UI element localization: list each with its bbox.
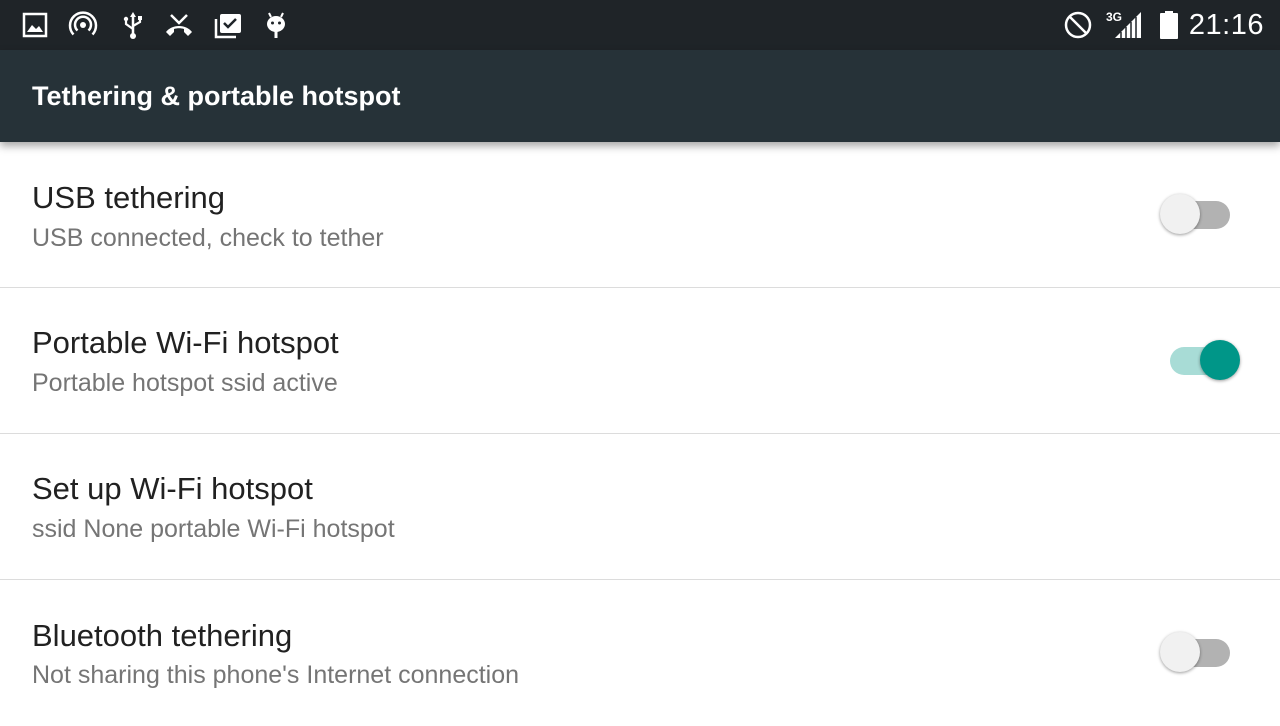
setting-portable-wifi-hotspot[interactable]: Portable Wi-Fi hotspot Portable hotspot … [0, 288, 1280, 434]
setting-summary: ssid None portable Wi-Fi hotspot [32, 515, 395, 543]
setting-title: Bluetooth tethering [32, 618, 293, 653]
usb-icon [118, 10, 148, 40]
setting-summary: Portable hotspot ssid active [32, 369, 338, 397]
do-not-disturb-icon [1063, 10, 1093, 40]
setting-summary: USB connected, check to tether [32, 224, 384, 252]
switch-thumb [1200, 340, 1240, 380]
setting-title: Set up Wi-Fi hotspot [32, 471, 313, 506]
clipboard-check-icon [213, 10, 243, 40]
switch-thumb [1160, 632, 1200, 672]
android-icon [261, 10, 291, 40]
usb-tethering-switch[interactable] [1160, 192, 1244, 236]
battery-icon [1154, 10, 1184, 40]
setting-title: Portable Wi-Fi hotspot [32, 325, 339, 360]
setting-set-up-wifi-hotspot[interactable]: Set up Wi-Fi hotspot ssid None portable … [0, 434, 1280, 580]
setting-title: USB tethering [32, 180, 225, 215]
bluetooth-tethering-switch[interactable] [1160, 630, 1244, 674]
switch-thumb [1160, 194, 1200, 234]
clock: 21:16 [1188, 9, 1264, 41]
setting-bluetooth-tethering[interactable]: Bluetooth tethering Not sharing this pho… [0, 580, 1280, 726]
page-title: Tethering & portable hotspot [32, 81, 401, 111]
wifi-hotspot-switch[interactable] [1158, 338, 1242, 382]
setting-usb-tethering[interactable]: USB tethering USB connected, check to te… [0, 142, 1280, 288]
signal-icon [1113, 10, 1143, 40]
setting-summary: Not sharing this phone's Internet connec… [32, 661, 520, 689]
hotspot-icon [68, 10, 98, 40]
app-bar: Tethering & portable hotspot [0, 50, 1280, 142]
image-icon [20, 10, 50, 40]
status-bar: 3G 21:16 [0, 0, 1280, 50]
missed-call-icon [164, 10, 194, 40]
